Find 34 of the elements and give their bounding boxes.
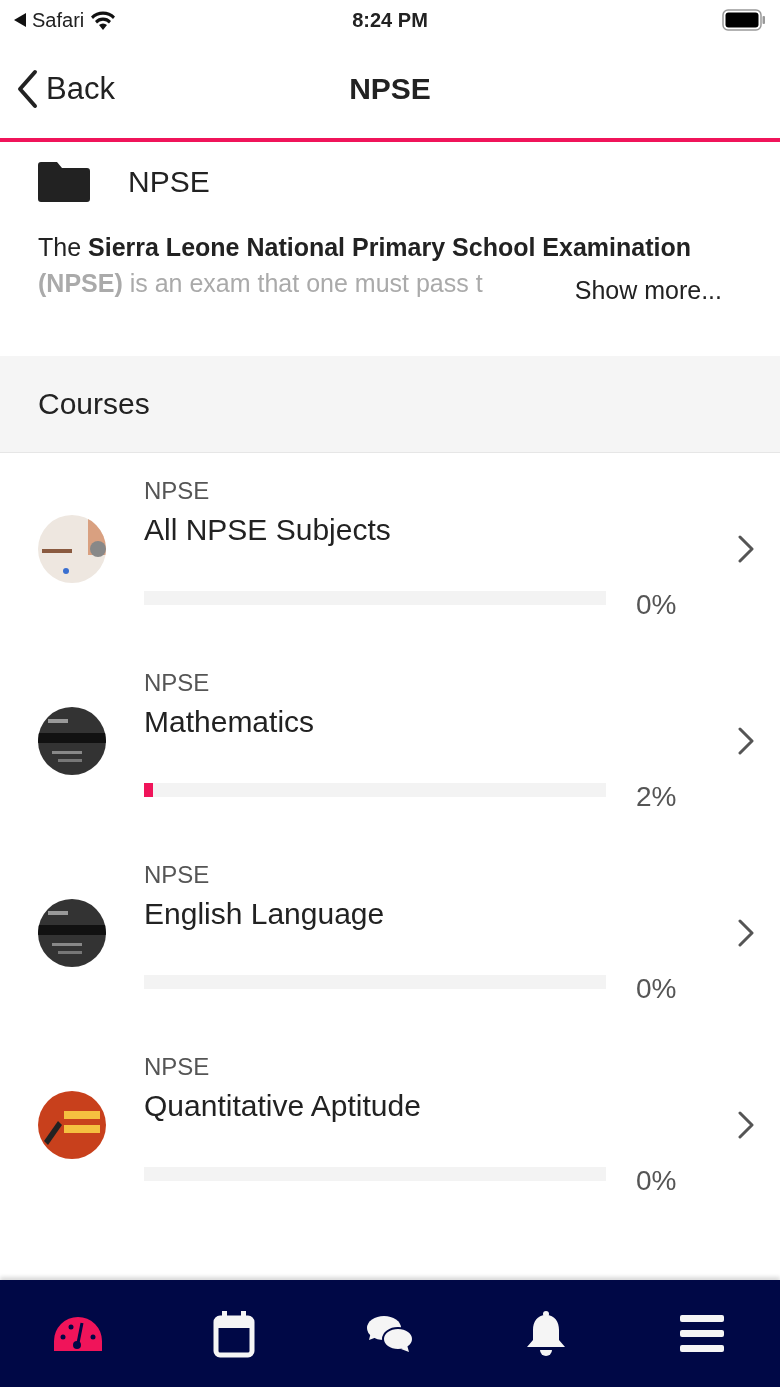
wifi-icon <box>90 10 117 30</box>
course-title[interactable]: English Language <box>144 897 700 931</box>
speedometer-icon <box>53 1314 103 1353</box>
battery-icon <box>722 9 766 31</box>
chevron-right-icon[interactable] <box>738 1111 754 1139</box>
back-button[interactable]: Back <box>0 69 115 109</box>
progress-percent: 0% <box>636 589 677 621</box>
progress-percent: 0% <box>636 1165 677 1197</box>
course-category: NPSE <box>144 477 211 505</box>
description-text: (NPSE) is an exam that one must pass t <box>38 268 483 298</box>
course-category: NPSE <box>144 861 211 889</box>
chevron-right-icon[interactable] <box>738 919 754 947</box>
status-time: 8:24 PM <box>352 8 428 32</box>
bell-icon <box>524 1309 568 1358</box>
page-title: NPSE <box>349 72 431 106</box>
folder-icon <box>38 162 90 202</box>
calendar-icon <box>213 1309 255 1358</box>
folder-name: NPSE <box>128 165 210 199</box>
status-app-name: Safari <box>32 8 85 32</box>
course-title[interactable]: Mathematics <box>144 705 700 739</box>
progress-percent: 0% <box>636 973 677 1005</box>
course-title[interactable]: All NPSE Subjects <box>144 513 700 547</box>
chat-icon <box>365 1313 415 1354</box>
section-title: Courses <box>38 387 150 421</box>
menu-icon <box>680 1314 724 1353</box>
back-arrow-icon <box>14 13 26 27</box>
course-category: NPSE <box>144 1053 211 1081</box>
course-category: NPSE <box>144 669 211 697</box>
chevron-right-icon[interactable] <box>738 535 754 563</box>
description-text: The Sierra Leone National Primary School Examination <box>38 232 691 262</box>
chevron-right-icon[interactable] <box>738 727 754 755</box>
course-title[interactable]: Quantitative Aptitude <box>144 1089 700 1123</box>
chevron-left-icon <box>16 69 38 109</box>
progress-percent: 2% <box>636 781 677 813</box>
